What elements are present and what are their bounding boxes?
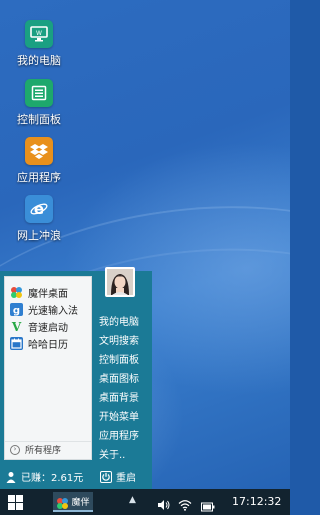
menu-item-my-computer[interactable]: 我的电脑 bbox=[99, 313, 139, 328]
user-avatar[interactable] bbox=[105, 267, 135, 297]
desktop-icon-control-panel[interactable]: 控制面板 bbox=[4, 79, 74, 127]
start-menu-app-calendar[interactable]: 哈哈日历 bbox=[5, 335, 91, 352]
pinwheel-icon bbox=[56, 495, 69, 509]
desktop-icon-my-computer[interactable]: W 我的电脑 bbox=[4, 20, 74, 68]
menu-item-start-menu[interactable]: 开始菜单 bbox=[99, 408, 139, 423]
svg-text:e: e bbox=[34, 200, 44, 218]
restart-label: 重启 bbox=[116, 473, 136, 484]
input-method-icon: g bbox=[10, 303, 23, 316]
start-menu-app-input-method[interactable]: g 光速输入法 bbox=[5, 301, 91, 318]
start-menu-app-mobandesktop[interactable]: 魔伴桌面 bbox=[5, 284, 91, 301]
restart-button[interactable]: 重启 bbox=[100, 469, 136, 484]
start-menu-app-list: 魔伴桌面 g 光速输入法 V 音速启动 哈哈日历 › 所有程序 bbox=[4, 276, 92, 460]
calendar-icon bbox=[10, 337, 23, 350]
chevron-up-icon[interactable]: ▲ bbox=[129, 495, 136, 505]
start-menu-app-label: 哈哈日历 bbox=[28, 340, 68, 351]
menu-item-control-panel[interactable]: 控制面板 bbox=[99, 351, 139, 366]
control-panel-icon bbox=[25, 79, 53, 107]
start-menu-app-label: 音速启动 bbox=[28, 323, 68, 334]
taskbar-app-moban[interactable]: 魔伴 bbox=[53, 492, 93, 512]
desktop-icon-label: 网上冲浪 bbox=[17, 229, 61, 242]
start-button[interactable] bbox=[8, 495, 23, 510]
taskbar-clock[interactable]: 17:12:32 bbox=[232, 495, 281, 508]
power-icon bbox=[100, 470, 112, 483]
svg-text:g: g bbox=[13, 306, 20, 317]
v-launcher-icon: V bbox=[10, 320, 23, 333]
all-programs-button[interactable]: › 所有程序 bbox=[5, 441, 91, 457]
desktop-icon-label: 应用程序 bbox=[17, 171, 61, 184]
computer-icon: W bbox=[25, 20, 53, 48]
earnings-label: 已赚：2.61元 bbox=[21, 473, 84, 484]
all-programs-label: 所有程序 bbox=[25, 446, 62, 456]
earnings-display[interactable]: 已赚：2.61元 bbox=[5, 469, 83, 484]
menu-item-about[interactable]: 关于.. bbox=[99, 446, 125, 461]
desktop-icon-label: 控制面板 bbox=[17, 113, 61, 126]
menu-item-desktop-background[interactable]: 桌面背景 bbox=[99, 389, 139, 404]
menu-item-applications[interactable]: 应用程序 bbox=[99, 427, 139, 442]
svg-text:V: V bbox=[11, 320, 22, 333]
desktop-icon-internet[interactable]: e 网上冲浪 bbox=[4, 195, 74, 243]
arrow-right-circle-icon: › bbox=[10, 444, 20, 455]
menu-item-desktop-icons[interactable]: 桌面图标 bbox=[99, 370, 139, 385]
pinwheel-icon bbox=[10, 286, 23, 299]
desktop-icon-label: 我的电脑 bbox=[17, 54, 61, 67]
windows-logo-icon bbox=[8, 495, 23, 510]
start-menu-footer: 已赚：2.61元 重启 bbox=[0, 464, 152, 489]
user-icon bbox=[5, 471, 17, 483]
volume-icon[interactable] bbox=[157, 496, 171, 510]
start-menu-app-label: 光速输入法 bbox=[28, 306, 78, 317]
desktop-icon-applications[interactable]: 应用程序 bbox=[4, 137, 74, 185]
start-menu-app-label: 魔伴桌面 bbox=[28, 289, 68, 300]
dropbox-icon bbox=[25, 137, 53, 165]
svg-text:W: W bbox=[36, 30, 42, 37]
battery-icon[interactable] bbox=[201, 497, 215, 512]
taskbar: 魔伴 ▲ 17:12:32 bbox=[0, 489, 290, 515]
start-menu-app-v-launcher[interactable]: V 音速启动 bbox=[5, 318, 91, 335]
menu-item-search[interactable]: 文明搜索 bbox=[99, 332, 139, 347]
internet-explorer-icon: e bbox=[25, 195, 53, 223]
wifi-icon[interactable] bbox=[178, 496, 192, 511]
taskbar-app-label: 魔伴 bbox=[71, 497, 90, 508]
